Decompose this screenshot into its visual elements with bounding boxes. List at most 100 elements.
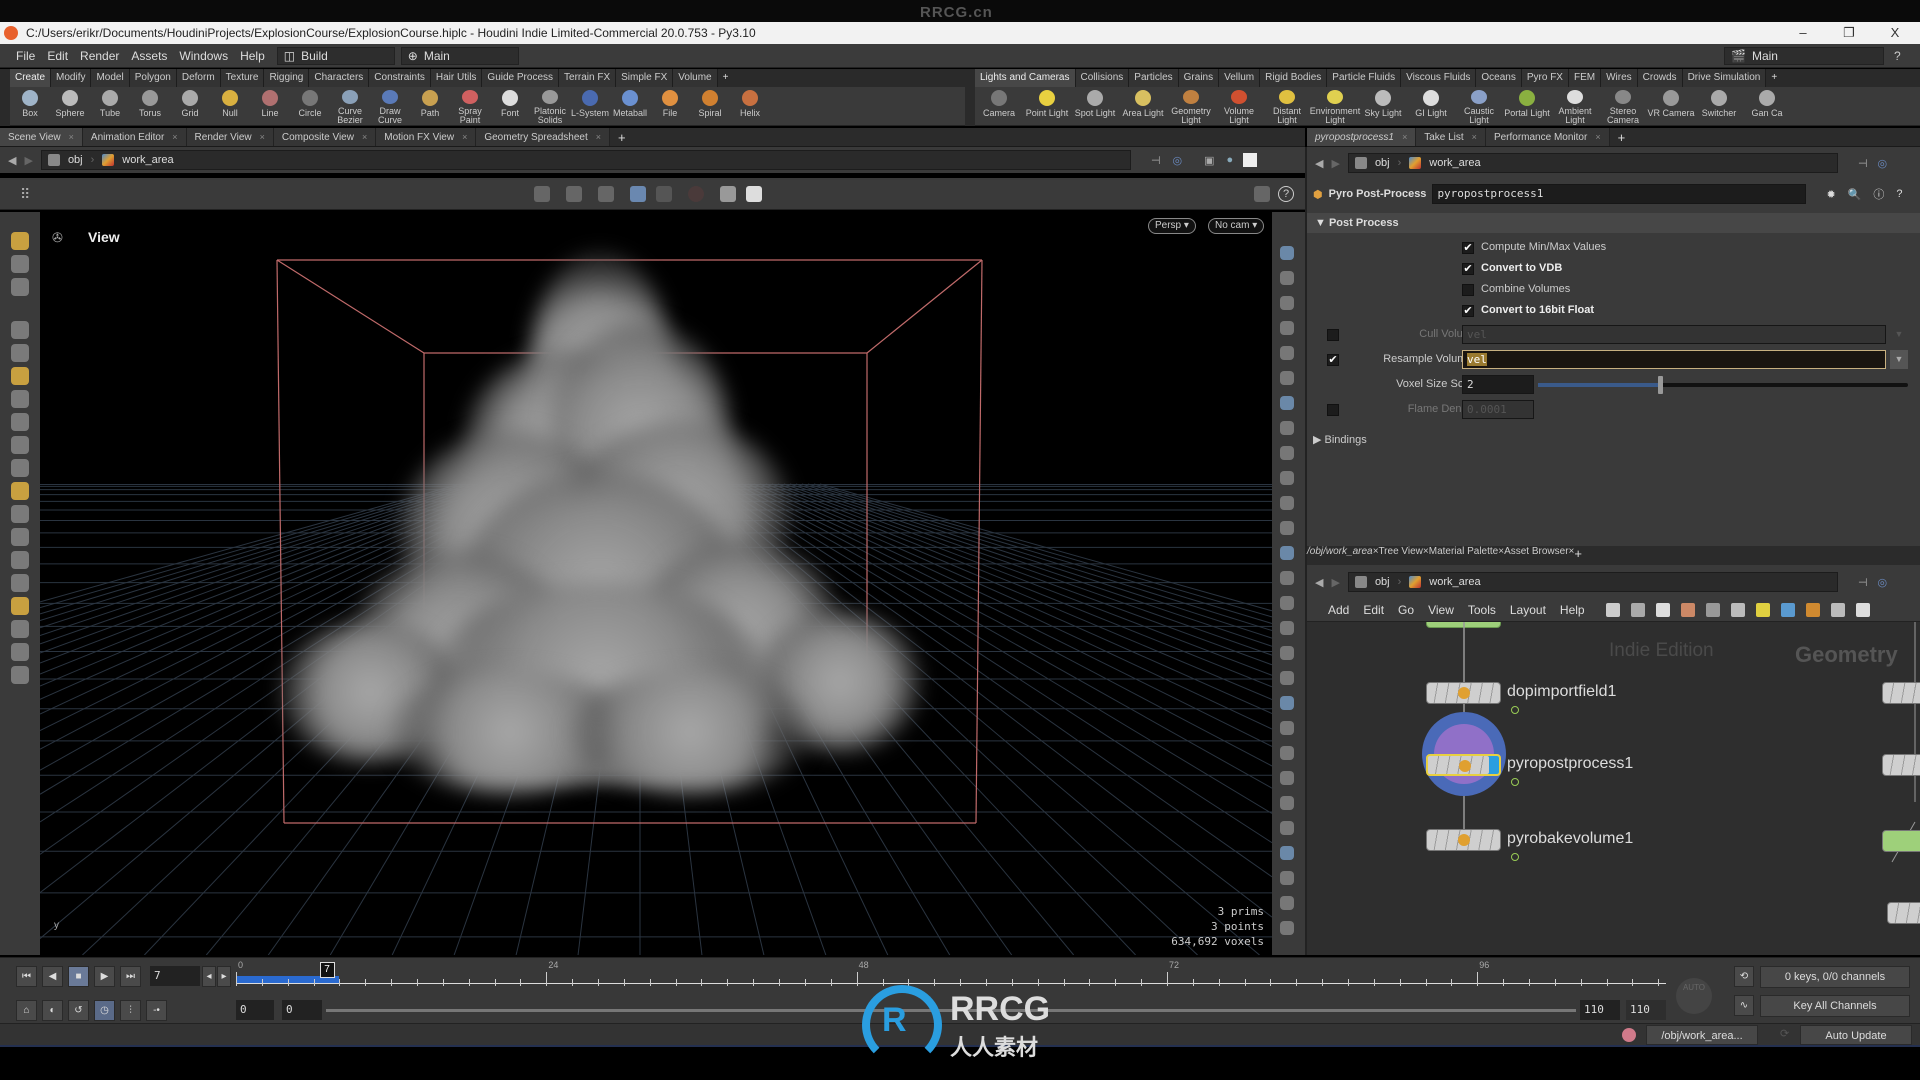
status-path-dropdown[interactable]: /obj/work_area... [1646,1025,1758,1045]
viewport-help-icon[interactable]: ? [1278,186,1294,202]
flame-density-enable-checkbox[interactable] [1327,404,1339,416]
camera-icon[interactable]: ▣ [1204,154,1214,167]
shelf-tool-grid[interactable]: Grid [170,87,210,125]
display-option-icon[interactable] [1280,546,1294,560]
shelf-tool-switcher[interactable]: Switcher [1695,87,1743,125]
close-button[interactable]: X [1872,22,1918,44]
realtime-toggle[interactable]: ⌂ [16,1000,37,1021]
shelf-tab-particle-fluids[interactable]: Particle Fluids [1327,69,1402,87]
snapshot-icon[interactable] [11,643,29,661]
shelf-tab-guide-process[interactable]: Guide Process [482,69,560,87]
display-option-icon[interactable] [1280,846,1294,860]
flipbook-icon[interactable] [11,666,29,684]
tab-composite-view[interactable]: Composite View × [273,128,377,146]
shelf-tool-path[interactable]: Path [410,87,450,125]
key-mode-dropdown[interactable]: Key All Channels [1760,995,1910,1017]
resample-volumes-field[interactable]: vel [1462,350,1886,369]
voxel-size-scale-field[interactable]: 2 [1462,375,1534,394]
tab-geometry-spreadsheet[interactable]: Geometry Spreadsheet × [476,128,610,146]
net-menu-help[interactable]: Help [1553,603,1592,617]
toggle-compute-min-max-values-checkbox[interactable]: ✔ [1462,242,1474,254]
shelf-tab-constraints[interactable]: Constraints [369,69,431,87]
param-back-icon[interactable]: ◀ [1315,157,1323,170]
tab-scene-view[interactable]: Scene View × [0,128,83,146]
display-option-icon[interactable] [1280,596,1294,610]
shelf-tab-oceans[interactable]: Oceans [1476,69,1522,87]
shelf-tab-lights-and-cameras[interactable]: Lights and Cameras [975,69,1076,87]
shelf-tool-area-light[interactable]: Area Light [1119,87,1167,125]
tree-icon[interactable] [1254,186,1270,202]
desk-main-selector[interactable]: ⊕ Main [400,46,519,65]
display-option-icon[interactable] [1280,321,1294,335]
tab-motion-fx-view[interactable]: Motion FX View × [376,128,477,146]
shelf-tool-null[interactable]: Null [210,87,250,125]
brain-icon[interactable] [1622,1028,1636,1042]
slider-handle[interactable] [1658,376,1664,394]
shelf-tool-helix[interactable]: Helix [730,87,770,125]
toggle-combine-volumes-checkbox[interactable] [1462,284,1474,296]
param-path-field[interactable]: obj › work_area [1347,153,1838,173]
path-obj[interactable]: obj [68,154,83,166]
shelf-tool-gi-light[interactable]: GI Light [1407,87,1455,125]
step-forward-button[interactable]: ▸ [217,966,231,987]
param-help-icon[interactable]: ? [1896,188,1902,200]
shelf-tab-rigid-bodies[interactable]: Rigid Bodies [1260,69,1328,87]
snap-icon[interactable] [630,186,646,202]
shelf-tool-tube[interactable]: Tube [90,87,130,125]
update-mode-dropdown[interactable]: Auto Update [1800,1025,1912,1045]
jump-start-button[interactable]: ⏮ [16,966,37,987]
tab-tree-view[interactable]: Tree View× [1378,546,1428,565]
grid-dots-icon[interactable]: ⠿ [20,186,36,202]
visibility-icon[interactable] [720,186,736,202]
forward-arrow-icon[interactable]: ▶ [24,154,32,167]
menu-edit[interactable]: Edit [41,49,74,63]
display-option-icon[interactable] [1280,621,1294,635]
info-icon[interactable]: ⓘ [1873,186,1884,202]
resample-volumes-checkbox[interactable]: ✔ [1327,354,1339,366]
list-icon[interactable] [1655,602,1670,617]
magnet-icon[interactable] [11,528,29,546]
param-path-obj[interactable]: obj [1375,157,1390,169]
shelf-tool-line[interactable]: Line [250,87,290,125]
tab-asset-browser[interactable]: Asset Browser× [1504,546,1574,565]
display-option-icon[interactable] [1280,746,1294,760]
menu-file[interactable]: File [10,49,41,63]
pin-icon[interactable]: ⊣ [1151,154,1161,167]
tab-pyropostprocess1[interactable]: pyropostprocess1 × [1307,128,1417,146]
shelf-tool-spiral[interactable]: Spiral [690,87,730,125]
move-icon[interactable] [11,232,29,250]
playback-start-field[interactable]: 0 [282,1000,322,1020]
select-mode-icon[interactable] [534,186,550,202]
camera-menu[interactable]: No cam ▾ [1208,218,1265,234]
scale-icon[interactable] [11,278,29,296]
gear-icon[interactable]: ✹ [1826,188,1835,201]
right-node-4[interactable] [1887,902,1920,924]
play-reverse-button[interactable]: ◀ [42,966,63,987]
shelf-tool-font[interactable]: Font [490,87,530,125]
start-frame-field[interactable]: 0 [236,1000,274,1020]
shelf-tool-environment-light[interactable]: Environment Light [1310,87,1360,125]
shelf-tool-sphere[interactable]: Sphere [50,87,90,125]
select-points-icon[interactable] [566,186,582,202]
add-tab-button[interactable]: + [1574,546,1582,565]
end-frame-field[interactable]: 110 [1626,1000,1666,1020]
net-link-icon[interactable]: ◎ [1878,576,1888,589]
shelf-tool-caustic-light[interactable]: Caustic Light [1455,87,1503,125]
toggle-convert-to-vdb-checkbox[interactable]: ✔ [1462,263,1474,275]
display-option-icon[interactable] [1280,646,1294,660]
resample-volumes-dropdown[interactable]: ▼ [1890,350,1908,369]
shelf-tab-polygon[interactable]: Polygon [129,69,177,87]
light-icon[interactable] [11,413,29,431]
net-pin-icon[interactable]: ⊣ [1858,576,1868,589]
select-icon[interactable] [11,321,29,339]
image-icon[interactable] [1780,602,1795,617]
display-option-icon[interactable] [1280,796,1294,810]
shelf-tool-spray-paint[interactable]: Spray Paint [450,87,490,125]
shelf-tool-l-system[interactable]: L-System [570,87,610,125]
net-path-obj[interactable]: obj [1375,576,1390,588]
shelf-tool-metaball[interactable]: Metaball [610,87,650,125]
key-mode-icon[interactable]: ∿ [1734,995,1754,1016]
eye-icon[interactable] [1855,602,1870,617]
search-icon[interactable]: 🔍 [1848,188,1862,201]
shelf-divider[interactable] [965,69,975,126]
